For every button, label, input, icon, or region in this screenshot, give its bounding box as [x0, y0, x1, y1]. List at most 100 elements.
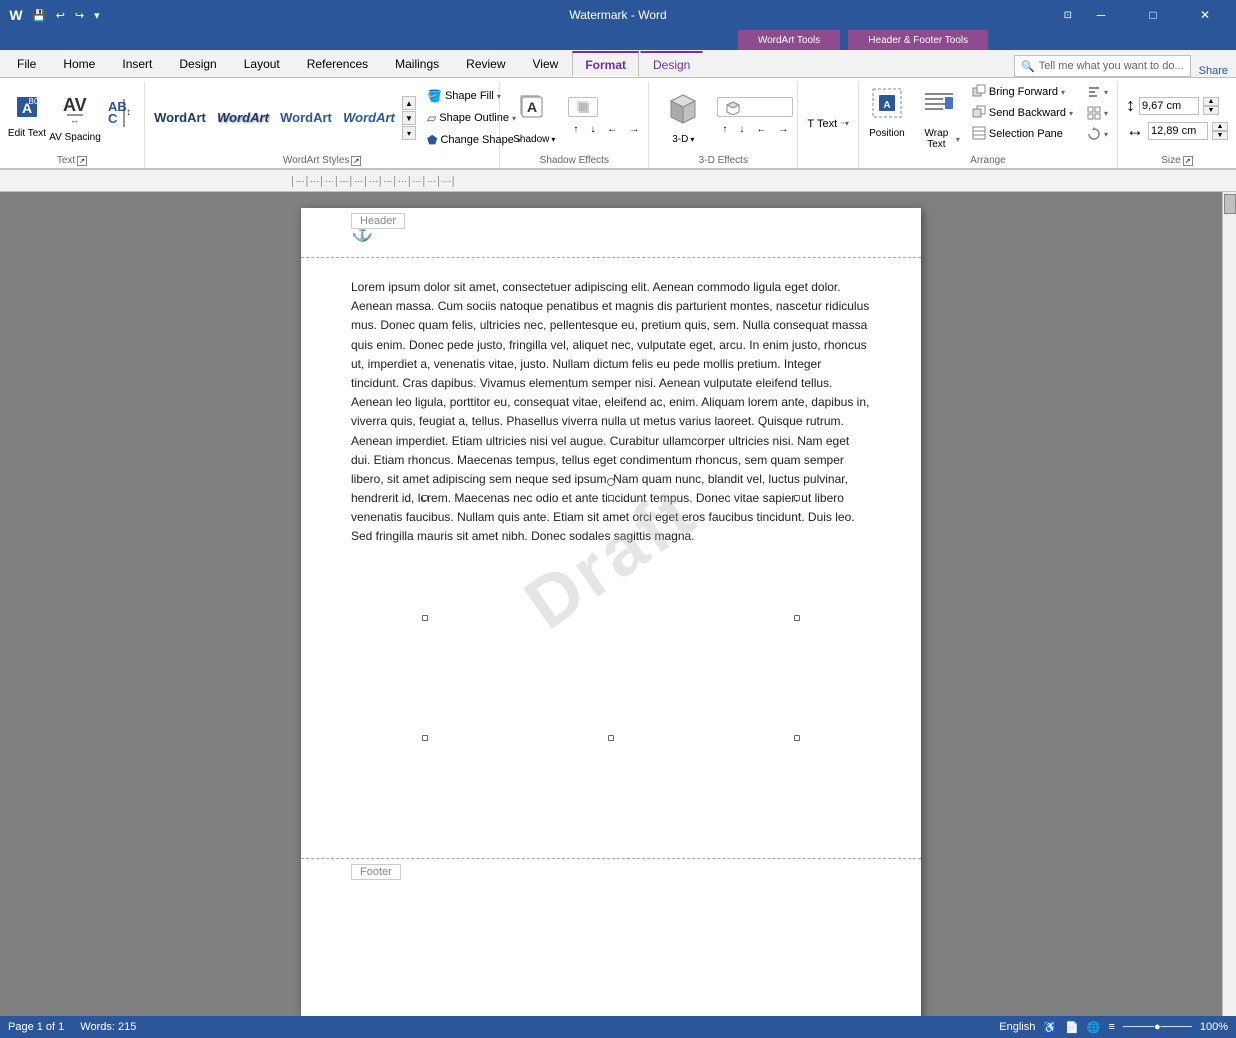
text-wrap-btn[interactable]: T Text ~▾: [802, 114, 854, 134]
wordart-style-3[interactable]: WordArt: [275, 93, 337, 141]
tab-references[interactable]: References: [294, 51, 381, 77]
height-spin-down[interactable]: ▼: [1203, 106, 1219, 115]
shadow-effects-button[interactable]: A Shadow ▾: [504, 84, 564, 152]
page-content: Draft Lorem ipsum dolor sit: [301, 258, 921, 858]
help-search-bar[interactable]: 🔍 Tell me what you want to do...: [1014, 55, 1191, 77]
gallery-scroll-down[interactable]: ▼: [402, 111, 416, 125]
tab-file[interactable]: File: [4, 51, 49, 77]
word-count: Words: 215: [80, 1021, 136, 1033]
height-spin-up[interactable]: ▲: [1203, 97, 1219, 106]
minimize-button[interactable]: ─: [1078, 0, 1124, 30]
group-button[interactable]: ▾: [1082, 103, 1113, 123]
right-scrollbar[interactable]: [1222, 192, 1236, 1038]
handle-bl[interactable]: [422, 735, 428, 741]
close-button[interactable]: ✕: [1182, 0, 1228, 30]
redo-qa-button[interactable]: ↪: [73, 7, 86, 24]
threed-controls: 3-D ▾ ↑ ↓: [653, 84, 793, 152]
bring-forward-button[interactable]: Bring Forward ▾: [967, 82, 1078, 102]
shadow-effects-dropdown[interactable]: ▾: [551, 135, 555, 144]
size-group: ↕ ▲ ▼ ↔ ▲ ▼ Size ↗: [1118, 82, 1236, 168]
width-input[interactable]: [1148, 122, 1208, 140]
wrap-text-button[interactable]: Wrap Text ▾: [915, 82, 963, 150]
rotate-button[interactable]: ▾: [1082, 124, 1113, 144]
tab-mailings[interactable]: Mailings: [382, 51, 452, 77]
scrollbar-thumb[interactable]: [1224, 194, 1236, 214]
av-spacing-button[interactable]: AV ↔ AV Spacing: [52, 82, 98, 150]
zoom-slider[interactable]: ────●────: [1123, 1021, 1192, 1033]
threed-dropdown[interactable]: ▾: [690, 135, 694, 144]
rotate-dropdown[interactable]: ▾: [1104, 130, 1108, 139]
arrange-group-label: Arrange: [970, 154, 1006, 168]
threed-tilt-up[interactable]: ↑: [717, 119, 732, 139]
view-web[interactable]: 🌐: [1087, 1021, 1101, 1034]
tab-format[interactable]: Format: [572, 51, 639, 77]
word-icon[interactable]: W: [8, 7, 24, 23]
gallery-scroll-up[interactable]: ▲: [402, 96, 416, 110]
shadow-nudge-left[interactable]: ←: [602, 119, 622, 139]
handle-ml[interactable]: [422, 615, 428, 621]
threed-on-off[interactable]: [717, 97, 793, 117]
text-direction-icon: AB C ↕: [106, 95, 134, 136]
position-button[interactable]: A Position: [863, 82, 911, 150]
tab-layout[interactable]: Layout: [231, 51, 293, 77]
threed-tilt-down[interactable]: ↓: [734, 119, 749, 139]
tab-design-ctx[interactable]: Design: [640, 51, 703, 77]
tab-insert[interactable]: Insert: [109, 51, 165, 77]
tab-design[interactable]: Design: [166, 51, 229, 77]
text-direction-button[interactable]: AB C ↕: [100, 82, 140, 150]
share-button[interactable]: Share: [1199, 65, 1228, 77]
save-qa-button[interactable]: 💾: [30, 7, 48, 24]
edit-text-button[interactable]: A BC Edit Text: [4, 82, 50, 150]
bring-forward-dropdown[interactable]: ▾: [1061, 88, 1065, 97]
wordart-gallery-items: WordArt WordArt WordArt WordArt: [149, 93, 400, 143]
text-group-expand[interactable]: ↗: [77, 156, 87, 166]
shadow-effects-icon: A: [516, 91, 552, 132]
text-wrap-dropdown[interactable]: ~▾: [840, 119, 849, 128]
shadow-nudge-up[interactable]: ↑: [568, 119, 583, 139]
wordart-style-2[interactable]: WordArt: [212, 93, 274, 141]
wordart-styles-expand[interactable]: ↗: [351, 156, 361, 166]
handle-bm[interactable]: [608, 735, 614, 741]
threed-effects-button[interactable]: 3-D ▾: [653, 84, 713, 152]
ribbon-display-btn[interactable]: ⊡: [1064, 10, 1072, 21]
send-backward-dropdown[interactable]: ▾: [1069, 109, 1073, 118]
tab-view[interactable]: View: [520, 51, 572, 77]
shadow-nudge-right[interactable]: →: [624, 119, 644, 139]
send-backward-button[interactable]: Send Backward ▾: [967, 103, 1078, 123]
width-spin-down[interactable]: ▼: [1212, 131, 1228, 140]
tab-review[interactable]: Review: [453, 51, 518, 77]
wrap-text-dropdown[interactable]: ▾: [956, 135, 960, 144]
zoom-percent[interactable]: 100%: [1200, 1021, 1228, 1033]
undo-qa-button[interactable]: ↩: [54, 7, 67, 24]
align-icon: [1087, 85, 1101, 99]
gallery-scroll-more[interactable]: ▾: [402, 126, 416, 140]
align-dropdown[interactable]: ▾: [1104, 88, 1108, 97]
wordart-style-1[interactable]: WordArt: [149, 93, 211, 141]
shadow-nudge-down[interactable]: ↓: [585, 119, 600, 139]
search-icon: 🔍: [1021, 60, 1035, 73]
wordart-tools-label: WordArt Tools: [738, 30, 840, 50]
size-group-expand[interactable]: ↗: [1183, 156, 1193, 166]
document-scroll-area[interactable]: ⚓ Header Draft: [0, 192, 1222, 1038]
handle-br[interactable]: [794, 735, 800, 741]
align-button[interactable]: ▾: [1082, 82, 1113, 102]
threed-tilt-right[interactable]: →: [773, 119, 793, 139]
handle-mr[interactable]: [794, 615, 800, 621]
tab-home[interactable]: Home: [50, 51, 108, 77]
document-page: ⚓ Header Draft: [301, 208, 921, 1022]
width-spin-up[interactable]: ▲: [1212, 122, 1228, 131]
group-dropdown[interactable]: ▾: [1104, 109, 1108, 118]
customize-qa-button[interactable]: ▾: [92, 7, 102, 24]
maximize-button[interactable]: □: [1130, 0, 1176, 30]
language-indicator[interactable]: English: [999, 1021, 1035, 1033]
selection-pane-button[interactable]: Selection Pane: [967, 124, 1078, 144]
shadow-on-off-button[interactable]: [568, 97, 598, 117]
accessibility-indicator[interactable]: ♿: [1043, 1021, 1057, 1034]
wordart-style-4[interactable]: WordArt: [338, 93, 400, 141]
view-normal[interactable]: 📄: [1065, 1021, 1079, 1034]
threed-toggles: ↑ ↓ ← →: [717, 84, 793, 152]
height-input[interactable]: [1139, 97, 1199, 115]
threed-tilt-left[interactable]: ←: [751, 119, 771, 139]
shape-fill-icon: 🪣: [427, 89, 442, 103]
view-outline[interactable]: ≡: [1108, 1021, 1114, 1033]
